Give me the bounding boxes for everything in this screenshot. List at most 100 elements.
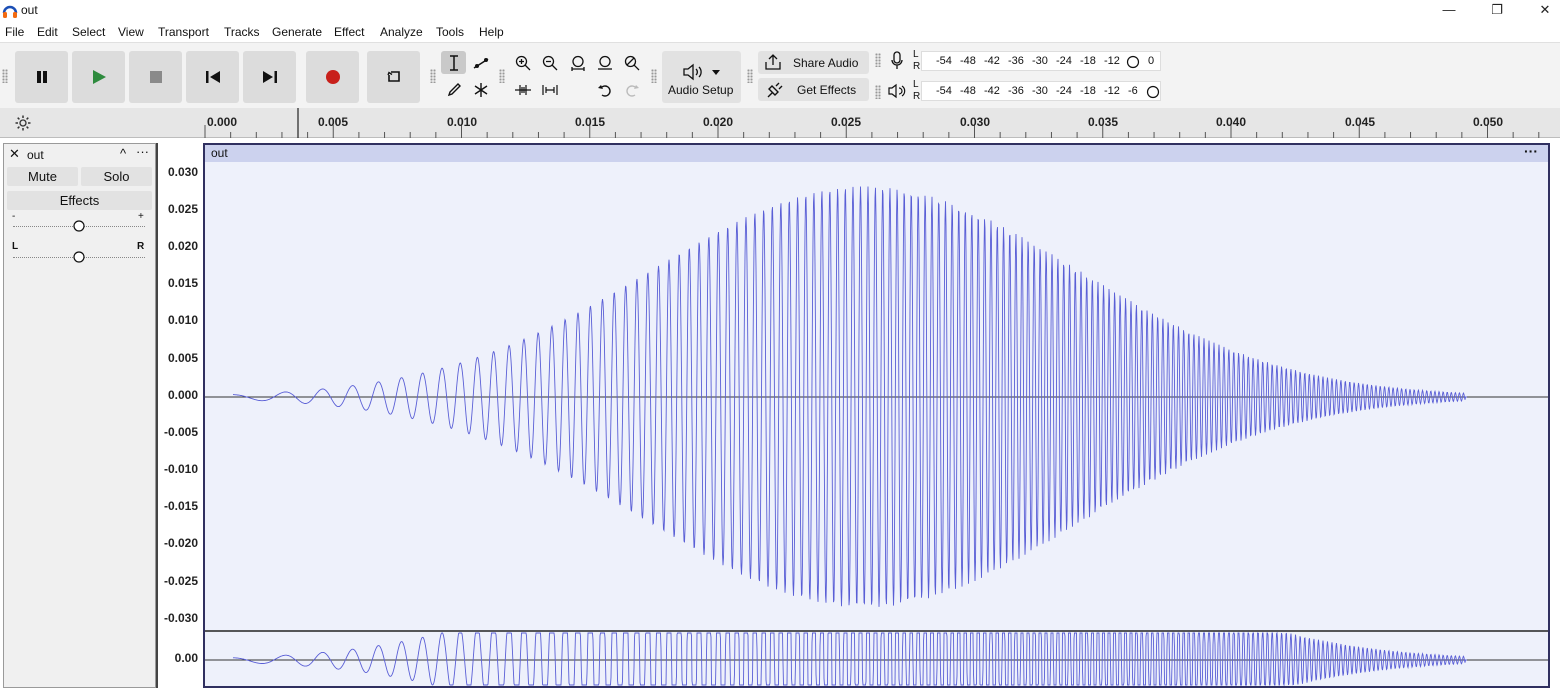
solo-button[interactable]: Solo	[81, 167, 152, 186]
meter-tick: -24	[1056, 85, 1072, 97]
playback-meter-scale: -54 -48 -42 -36 -30 -24 -18 -12 -6	[921, 81, 1161, 101]
amplitude-label: 0.000	[167, 388, 198, 402]
share-audio-label: Share Audio	[793, 56, 859, 70]
amplitude-label: -0.005	[163, 425, 198, 439]
effects-button[interactable]: Effects	[7, 191, 152, 210]
waveform-channel-2[interactable]	[232, 631, 1467, 686]
meter-tick: -36	[1008, 85, 1024, 97]
clip-header[interactable]: out ···	[205, 143, 1548, 162]
get-effects-label: Get Effects	[797, 83, 857, 97]
selection-tool-button[interactable]	[441, 51, 466, 74]
draw-tool-button[interactable]	[441, 78, 466, 101]
audio-setup-button[interactable]: Audio Setup	[662, 51, 741, 103]
menu-tools[interactable]: Tools	[436, 25, 464, 39]
minimize-icon[interactable]: —	[1426, 0, 1472, 22]
amplitude-label: 0.010	[167, 313, 198, 327]
waveform[interactable]	[205, 162, 1548, 686]
menu-file[interactable]: File	[5, 25, 24, 39]
pause-button[interactable]	[15, 51, 68, 103]
ruler-tick-label: 0.015	[574, 115, 606, 129]
skip-start-button[interactable]	[186, 51, 239, 103]
i-beam-icon	[449, 54, 458, 71]
clip-name: out	[211, 146, 228, 160]
mute-button[interactable]: Mute	[7, 167, 78, 186]
timeline-ruler[interactable]: 0.000 0.005 0.010 0.015 0.020 0.025 0.03…	[0, 108, 1560, 138]
menu-help[interactable]: Help	[479, 25, 504, 39]
loop-button[interactable]	[367, 51, 420, 103]
menu-transport[interactable]: Transport	[158, 25, 209, 39]
amplitude-label: -0.025	[163, 574, 198, 588]
close-track-icon[interactable]: ✕	[9, 146, 20, 162]
toolbar-grip[interactable]	[747, 69, 753, 83]
gain-slider-thumb[interactable]	[73, 220, 85, 232]
amplitude-label: -0.015	[163, 499, 198, 513]
amplitude-label: 0.005	[167, 351, 198, 365]
plug-icon	[767, 82, 783, 98]
ruler-tick-label: 0.000	[206, 115, 238, 129]
share-audio-button[interactable]: Share Audio	[758, 51, 869, 74]
ruler-tick-label: 0.035	[1087, 115, 1119, 129]
meter-tick: -18	[1080, 85, 1096, 97]
track-menu-icon[interactable]: ···	[136, 144, 149, 159]
zoom-toggle-button[interactable]	[619, 51, 644, 74]
skip-end-button[interactable]	[243, 51, 296, 103]
envelope-icon	[473, 57, 488, 69]
zoom-selection-icon	[570, 55, 585, 71]
meter-slider-thumb[interactable]	[1126, 55, 1140, 69]
multi-tool-button[interactable]	[468, 78, 493, 101]
trim-audio-button[interactable]	[510, 78, 535, 101]
record-button[interactable]	[306, 51, 359, 103]
track-control-panel[interactable]: ✕ out ^ ··· Mute Solo Effects - + L R	[3, 143, 156, 688]
audacity-app-icon	[2, 5, 18, 18]
meter-slider-thumb[interactable]	[1146, 85, 1160, 99]
play-button[interactable]	[72, 51, 125, 103]
zoom-in-button[interactable]	[510, 51, 535, 74]
fit-project-button[interactable]	[592, 51, 617, 74]
ruler-tick-label: 0.045	[1344, 115, 1376, 129]
clip-menu-icon[interactable]: ···	[1524, 143, 1538, 159]
menu-bar: File Edit Select View Transport Tracks G…	[0, 22, 1560, 42]
gain-plus-label: +	[138, 211, 144, 222]
toolbar-grip[interactable]	[2, 69, 8, 83]
title-bar: out — ❐ ✕	[0, 0, 1560, 22]
toolbar-grip[interactable]	[651, 69, 657, 83]
close-icon[interactable]: ✕	[1522, 0, 1560, 22]
share-icon	[765, 54, 781, 70]
menu-view[interactable]: View	[118, 25, 144, 39]
collapse-track-icon[interactable]: ^	[120, 146, 126, 161]
menu-edit[interactable]: Edit	[37, 25, 58, 39]
playback-meter[interactable]: L R -54 -48 -42 -36 -30 -24 -18 -12 -6	[887, 78, 1167, 106]
toolbar-grip[interactable]	[430, 69, 436, 83]
toolbar-grip[interactable]	[499, 69, 505, 83]
toolbar-grip[interactable]	[875, 53, 881, 67]
ruler-tick-label: 0.020	[702, 115, 734, 129]
menu-generate[interactable]: Generate	[272, 25, 322, 39]
amplitude-label: 0.020	[167, 239, 198, 253]
restore-icon[interactable]: ❐	[1474, 0, 1520, 22]
ruler-tick-label: 0.010	[446, 115, 478, 129]
pan-slider-thumb[interactable]	[73, 251, 85, 263]
menu-tracks[interactable]: Tracks	[224, 25, 260, 39]
ruler-tick-label: 0.025	[830, 115, 862, 129]
pencil-icon	[447, 82, 461, 96]
zoom-out-button[interactable]	[537, 51, 562, 74]
recording-meter-scale: -54 -48 -42 -36 -30 -24 -18 -12 0	[921, 51, 1161, 71]
get-effects-button[interactable]: Get Effects	[758, 78, 869, 101]
meter-tick: -48	[960, 85, 976, 97]
fit-selection-button[interactable]	[565, 51, 590, 74]
menu-select[interactable]: Select	[72, 25, 105, 39]
envelope-tool-button[interactable]	[468, 51, 493, 74]
ruler-tick-label: 0.030	[959, 115, 991, 129]
toolbar-grip[interactable]	[875, 85, 881, 99]
silence-audio-button[interactable]	[537, 78, 562, 101]
multi-tool-icon	[474, 82, 487, 97]
track-name[interactable]: out	[27, 148, 44, 162]
recording-meter[interactable]: L R -54 -48 -42 -36 -30 -24 -18 -12 0	[887, 48, 1167, 76]
undo-button[interactable]	[592, 78, 617, 101]
menu-analyze[interactable]: Analyze	[380, 25, 423, 39]
redo-button[interactable]	[619, 78, 644, 101]
stop-button[interactable]	[129, 51, 182, 103]
audio-clip[interactable]: out ···	[203, 143, 1550, 688]
skip-end-icon	[262, 71, 277, 83]
menu-effect[interactable]: Effect	[334, 25, 364, 39]
